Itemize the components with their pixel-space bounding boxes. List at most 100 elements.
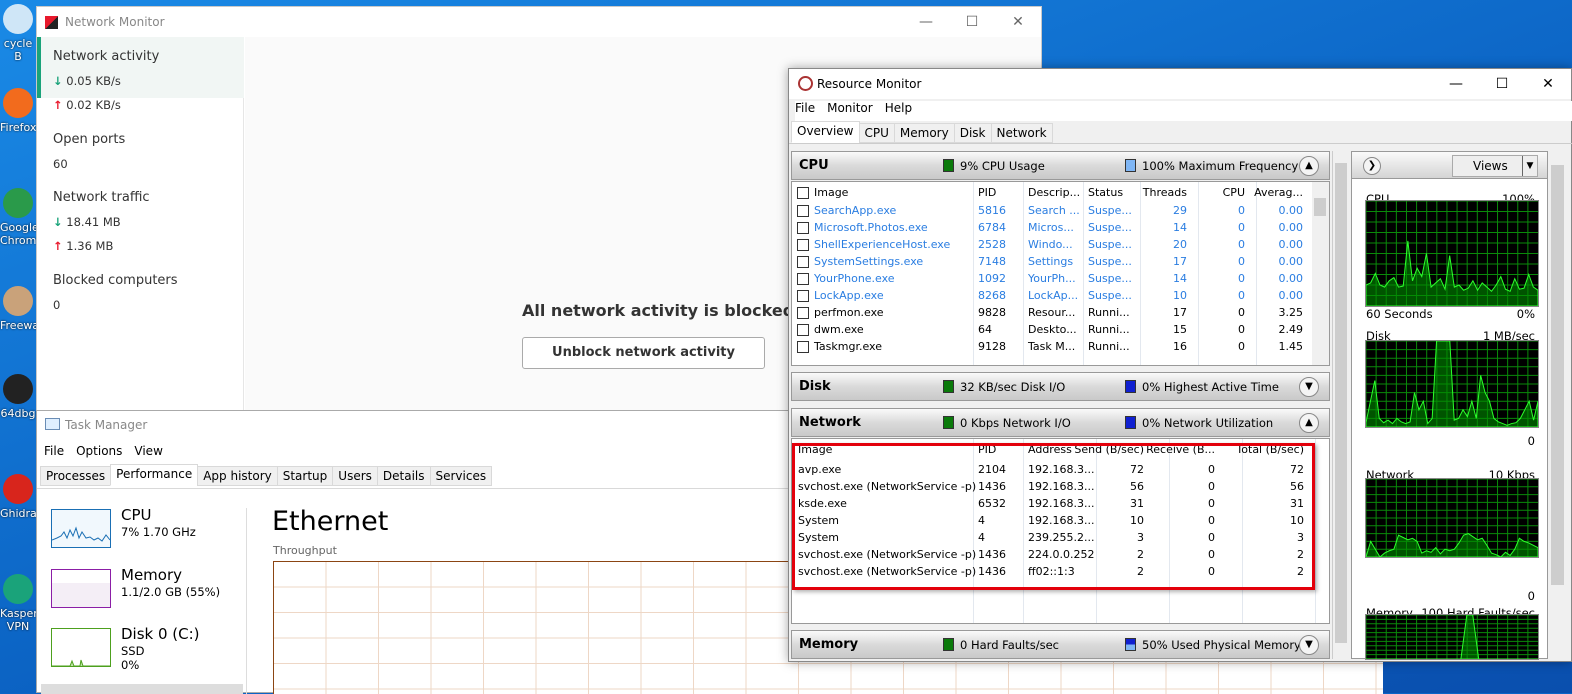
expand-chevron-down-icon[interactable]: ▼ [1299,377,1319,397]
section-title: Disk [799,379,831,394]
section-title: CPU [799,158,829,173]
desktop-icon[interactable]: Firefox [0,88,36,134]
unblock-network-button[interactable]: Unblock network activity [522,337,765,369]
row-checkbox[interactable] [797,324,809,336]
close-button[interactable]: ✕ [995,7,1041,37]
menu-item[interactable]: Options [76,444,122,458]
table-cell[interactable]: YourPhone.exe [814,272,895,285]
disk-io-stat: 32 KB/sec Disk I/O [960,380,1066,394]
desktop-icon[interactable]: cycle B [0,4,36,63]
row-checkbox[interactable] [797,256,809,268]
cpu-thumbnail [51,509,111,548]
memory-thumbnail [51,569,111,608]
desktop-icon[interactable]: Ghidra [0,474,37,520]
menu-item[interactable]: File [795,101,815,115]
tab-services[interactable]: Services [429,466,493,486]
table-cell[interactable]: SystemSettings.exe [814,255,923,268]
column-header[interactable]: PID [978,186,996,199]
column-header[interactable]: Descrip... [1028,186,1080,199]
table-cell[interactable]: Taskmgr.exe [814,340,882,353]
menu-item[interactable]: File [44,444,64,458]
section-title: Network [799,415,861,430]
perf-item-detail: 7% 1.70 GHz [121,525,196,539]
tab-details[interactable]: Details [376,466,431,486]
row-checkbox[interactable] [797,341,809,353]
perf-item-disk[interactable]: Disk 0 (C:) SSD 0% [51,625,241,672]
minimize-button[interactable]: — [1433,69,1479,99]
desktop-icon[interactable]: Kaspersky VPN [0,574,56,633]
tab-performance[interactable]: Performance [110,464,199,486]
open-ports-label[interactable]: Open ports [53,132,125,147]
disk-section-header[interactable]: Disk 32 KB/sec Disk I/O 0% Highest Activ… [791,372,1330,401]
cpu-section-header[interactable]: CPU 9% CPU Usage 100% Maximum Frequency … [791,151,1330,180]
minimize-button[interactable]: — [903,7,949,37]
column-header[interactable]: Threads [1143,186,1187,199]
collapse-chevron-up-icon[interactable]: ▲ [1299,156,1319,176]
network-traffic-label[interactable]: Network traffic [53,190,150,205]
table-cell[interactable]: ShellExperienceHost.exe [814,238,950,251]
row-checkbox[interactable] [797,273,809,285]
table-cell[interactable]: SearchApp.exe [814,204,896,217]
tab-memory[interactable]: Memory [893,123,955,143]
graph-pane-scrollbar[interactable] [1549,151,1566,659]
activity-up-value: 0.02 KB/s [66,98,121,112]
table-cell: YourPh... [1028,272,1076,285]
column-divider [1083,182,1084,365]
memory-section-header[interactable]: Memory 0 Hard Faults/sec 50% Used Physic… [791,630,1330,659]
blocked-computers-label[interactable]: Blocked computers [53,273,178,288]
perf-item-memory[interactable]: Memory 1.1/2.0 GB (55%) [51,566,241,609]
tab-cpu[interactable]: CPU [858,123,895,143]
tab-startup[interactable]: Startup [276,466,334,486]
legend-swatch-blue [1125,638,1136,651]
row-checkbox[interactable] [797,290,809,302]
table-cell: 9828 [978,306,1006,319]
left-pane-scrollbar[interactable] [1332,151,1349,659]
tab-network[interactable]: Network [990,123,1053,143]
table-cell: Runni... [1088,323,1130,336]
collapse-chevron-up-icon[interactable]: ▲ [1299,413,1319,433]
expand-chevron-down-icon[interactable]: ▼ [1299,635,1319,655]
row-checkbox[interactable] [797,222,809,234]
maximize-button[interactable]: ☐ [1479,69,1525,99]
sidebar: Network activity ↓ 0.05 KB/s ↑ 0.02 KB/s… [37,37,244,417]
network-activity-label: Network activity [53,49,160,64]
column-header[interactable]: CPU [1223,186,1245,199]
tab-overview[interactable]: Overview [791,121,860,143]
table-cell[interactable]: perfmon.exe [814,306,884,319]
tab-bar: Overview CPU Memory Disk Network [791,121,1053,143]
desktop-icon[interactable]: Google Chrome [0,188,43,247]
desktop-icon[interactable]: Freewa [0,286,39,332]
menu-item[interactable]: Help [885,101,912,115]
row-checkbox[interactable] [797,239,809,251]
tab-processes[interactable]: Processes [40,466,112,486]
views-button[interactable]: Views ▼ [1452,155,1538,177]
table-cell: 0 [1238,238,1245,251]
network-section-header[interactable]: Network 0 Kbps Network I/O 0% Network Ut… [791,408,1330,437]
views-label: Views [1473,159,1508,173]
app-icon [3,474,33,504]
menu-item[interactable]: Monitor [827,101,873,115]
table-cell[interactable]: LockApp.exe [814,289,884,302]
row-checkbox[interactable] [797,205,809,217]
hard-faults-stat: 0 Hard Faults/sec [960,638,1060,652]
table-cell[interactable]: Microsoft.Photos.exe [814,221,928,234]
tab-app-history[interactable]: App history [197,466,278,486]
table-cell: Micros... [1028,221,1074,234]
column-header[interactable]: Averag... [1254,186,1303,199]
expand-pane-chevron-icon[interactable]: ❯ [1363,157,1381,175]
table-cell[interactable]: dwm.exe [814,323,864,336]
maximize-button[interactable]: ☐ [949,7,995,37]
close-button[interactable]: ✕ [1525,69,1571,99]
cpu-table-scrollbar[interactable] [1312,182,1329,365]
row-checkbox[interactable] [797,307,809,319]
sidebar-item-network-activity[interactable] [37,37,244,98]
tab-users[interactable]: Users [332,466,378,486]
perf-item-cpu[interactable]: CPU 7% 1.70 GHz [51,506,241,549]
tab-disk[interactable]: Disk [953,123,992,143]
desktop-icon[interactable]: 64dbg [0,374,36,420]
select-all-checkbox[interactable] [797,187,809,199]
column-header[interactable]: Status [1088,186,1123,199]
graph-time-label: 60 Seconds [1366,307,1433,321]
menu-item[interactable]: View [134,444,162,458]
column-header[interactable]: Image [814,186,848,199]
